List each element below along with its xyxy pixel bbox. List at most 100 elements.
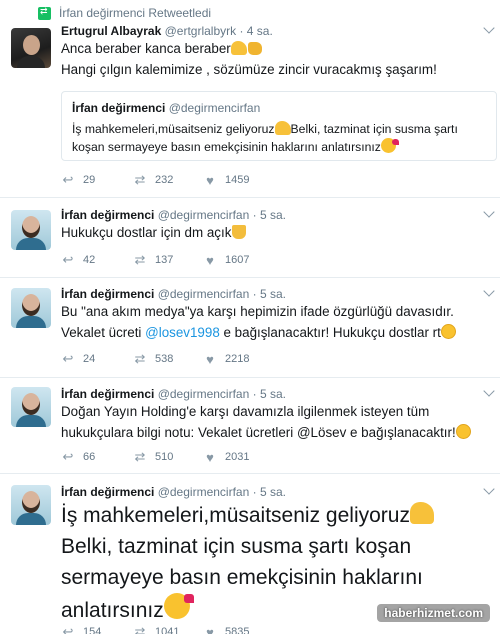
flexed-biceps-icon: [230, 41, 247, 55]
tweet-text-line: hukukçulara bilgi notu: Vekalet ücretler…: [61, 425, 456, 440]
avatar[interactable]: [11, 28, 51, 68]
tweet-actions: ↩ 42 ⇄ 137 ♥ 1607: [61, 252, 273, 268]
retweet-count: 1041: [155, 626, 180, 634]
like-button[interactable]: ♥ 5835: [203, 625, 273, 634]
chevron-down-icon[interactable]: [483, 206, 495, 218]
heart-icon: ♥: [206, 252, 214, 268]
retweet-button[interactable]: ⇄ 538: [133, 351, 203, 367]
flexed-biceps-icon: [409, 502, 434, 524]
like-count: 1459: [225, 174, 250, 186]
tweet[interactable]: İrfan değirmenci @degirmencirfan · 5 sa.…: [0, 278, 500, 378]
author-handle[interactable]: @degirmencirfan: [158, 208, 250, 222]
tweet-text-line: Hukukçu dostlar için dm açık: [61, 225, 232, 240]
like-button[interactable]: ♥ 2031: [203, 450, 273, 465]
tweet-actions: ↩ 154 ⇄ 1041 ♥ 5835: [61, 624, 273, 634]
author-handle[interactable]: @degirmencirfan: [158, 485, 250, 499]
kiss-face-icon: [163, 593, 194, 619]
reply-count: 29: [83, 174, 96, 186]
tweet-time[interactable]: · 5 sa.: [253, 208, 286, 222]
tweet-text: Doğan Yayın Holding'e karşı davamızla il…: [61, 401, 491, 443]
flexed-biceps-icon: [274, 121, 291, 135]
heart-icon: ♥: [206, 624, 214, 634]
tweet-time[interactable]: · 4 sa.: [239, 24, 272, 38]
like-button[interactable]: ♥ 2218: [203, 352, 273, 367]
retweet-icon: ⇄: [134, 351, 146, 366]
chevron-down-icon[interactable]: [483, 483, 495, 495]
tweet-text: Hukukçu dostlar için dm açık: [61, 222, 491, 243]
like-button[interactable]: ♥ 1607: [203, 253, 273, 268]
reply-count: 42: [83, 254, 96, 266]
author-name[interactable]: İrfan değirmenci: [61, 287, 154, 301]
avatar[interactable]: [11, 485, 51, 525]
tweet[interactable]: İrfan değirmenci @degirmencirfan · 5 sa.…: [0, 198, 500, 278]
reply-button[interactable]: ↩ 66: [61, 449, 133, 465]
quoted-tweet-text: İş mahkemeleri,müsaitseniz geliyoruz Belk…: [72, 120, 492, 156]
author-handle[interactable]: @degirmencirfan: [158, 287, 250, 301]
tweet[interactable]: İrfan değirmenci @degirmencirfan · 5 sa.…: [0, 378, 500, 474]
retweet-button[interactable]: ⇄ 232: [133, 172, 203, 188]
reply-button[interactable]: ↩ 29: [61, 172, 133, 188]
reply-button[interactable]: ↩ 24: [61, 351, 133, 367]
tweet-text-line: Belki, tazminat için susma şartı koşan: [61, 535, 412, 558]
tweet-text-line: İş mahkemeleri,müsaitseniz geliyoruz: [61, 504, 410, 527]
like-count: 2218: [225, 353, 250, 365]
retweet-icon: ⇄: [134, 252, 146, 267]
author-name[interactable]: İrfan değirmenci: [61, 485, 154, 499]
tweet-actions: ↩ 29 ⇄ 232 ♥ 1459: [61, 172, 273, 188]
retweet-icon: ⇄: [134, 624, 146, 634]
pointing-hand-icon: [232, 225, 247, 239]
retweet-button[interactable]: ⇄ 510: [133, 449, 203, 465]
retweet-count: 232: [155, 174, 174, 186]
author-name[interactable]: İrfan değirmenci: [61, 208, 154, 222]
tweet-text-line: e bağışlanacaktır! Hukukçu dostlar rt: [219, 325, 441, 340]
tweet-time[interactable]: · 5 sa.: [253, 287, 286, 301]
tweet-actions: ↩ 66 ⇄ 510 ♥ 2031: [61, 449, 273, 465]
author-name[interactable]: Ertugrul Albayrak: [61, 24, 161, 38]
retweet-button[interactable]: ⇄ 1041: [133, 624, 203, 634]
tweet-text-line: Vekalet ücreti: [61, 325, 146, 340]
chevron-down-icon[interactable]: [483, 22, 495, 34]
tweet-text: Anca beraber kanca beraber Hangi çılgın …: [61, 38, 491, 80]
avatar[interactable]: [11, 387, 51, 427]
tweet-time[interactable]: · 5 sa.: [253, 387, 286, 401]
tweet-text: Bu "ana akım medya"ya karşı hepimizin if…: [61, 301, 491, 343]
tweet-time[interactable]: · 5 sa.: [253, 485, 286, 499]
tweet-text-line: anlatırsınız: [61, 599, 164, 622]
author-name[interactable]: İrfan değirmenci: [61, 387, 154, 401]
like-button[interactable]: ♥ 1459: [203, 173, 273, 188]
reply-icon: ↩: [62, 351, 74, 366]
author-handle[interactable]: @degirmencirfan: [158, 387, 250, 401]
quoted-author-handle: @degirmencirfan: [168, 101, 261, 115]
tweet-header: İrfan değirmenci @degirmencirfan · 5 sa.: [61, 287, 286, 301]
fist-icon: [247, 42, 262, 55]
reply-button[interactable]: ↩ 42: [61, 252, 133, 268]
avatar[interactable]: [11, 288, 51, 328]
tweet-header: İrfan değirmenci @degirmencirfan · 5 sa.: [61, 208, 286, 222]
tweet-header: İrfan değirmenci @degirmencirfan · 5 sa.: [61, 485, 286, 499]
watermark: haberhizmet.com: [377, 604, 490, 622]
like-count: 1607: [225, 254, 250, 266]
quoted-tweet[interactable]: İrfan değirmenci @degirmencirfan İş mahk…: [61, 91, 497, 161]
kiss-face-icon: [380, 138, 399, 153]
reply-count: 24: [83, 353, 96, 365]
chevron-down-icon[interactable]: [483, 285, 495, 297]
retweet-button[interactable]: ⇄ 137: [133, 252, 203, 268]
tweet-text-line: Hangi çılgın kalemimize , sözümüze zinci…: [61, 62, 437, 77]
quoted-tweet-header: İrfan değirmenci @degirmencirfan: [72, 101, 260, 115]
reply-icon: ↩: [62, 449, 74, 464]
quoted-text-line: koşan sermayeye basın emekçisinin haklar…: [72, 140, 381, 154]
like-count: 2031: [225, 451, 250, 463]
reply-button[interactable]: ↩ 154: [61, 624, 133, 634]
reply-count: 154: [83, 626, 102, 634]
avatar[interactable]: [11, 210, 51, 250]
like-count: 5835: [225, 626, 250, 634]
tweet[interactable]: Ertugrul Albayrak @ertgrlalbyrk · 4 sa. …: [0, 0, 500, 198]
tweet-text-line: Anca beraber kanca beraber: [61, 41, 231, 56]
tweet-text-line: Bu "ana akım medya"ya karşı hepimizin if…: [61, 304, 454, 319]
quoted-author-name: İrfan değirmenci: [72, 101, 166, 115]
tweet-actions: ↩ 24 ⇄ 538 ♥ 2218: [61, 351, 273, 367]
mention-link[interactable]: @losev1998: [145, 325, 220, 340]
reply-icon: ↩: [62, 172, 74, 187]
author-handle[interactable]: @ertgrlalbyrk: [165, 24, 237, 38]
chevron-down-icon[interactable]: [483, 385, 495, 397]
